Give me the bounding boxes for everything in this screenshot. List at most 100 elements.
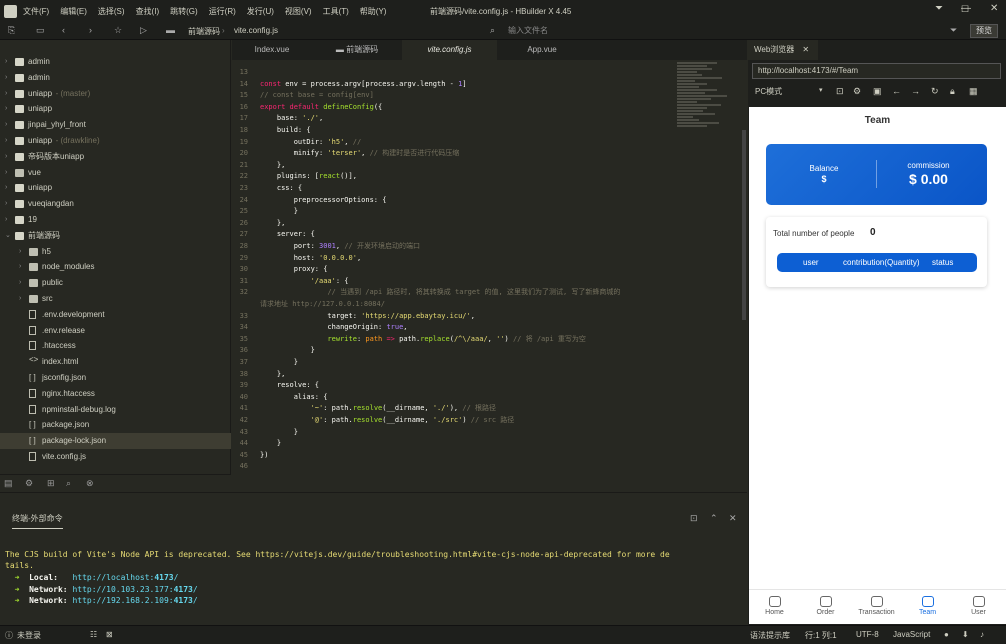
run-icon[interactable]: ▷ xyxy=(140,25,147,36)
back-icon[interactable]: ‹ xyxy=(62,25,65,35)
plugin-icon[interactable]: ⊞ xyxy=(47,478,55,489)
sidebar-item[interactable]: › vueqiangdan xyxy=(0,196,231,212)
chevron-right-icon[interactable]: › xyxy=(5,117,7,133)
close-icon[interactable]: ✕ xyxy=(802,45,809,54)
code-line[interactable]: }, xyxy=(260,159,285,171)
preview-button[interactable]: 预览 xyxy=(970,24,998,38)
code-line[interactable]: }, xyxy=(260,217,285,229)
syntax-hint-lib[interactable]: 语法提示库 xyxy=(750,630,790,641)
sidebar-item[interactable]: › uniapp xyxy=(0,101,231,117)
chevron-right-icon[interactable]: › xyxy=(19,291,21,307)
search-icon[interactable]: ⌕ xyxy=(66,478,71,489)
sidebar-item[interactable]: [ ] jsconfig.json xyxy=(0,370,231,386)
code-minimap[interactable] xyxy=(677,62,739,152)
code-line[interactable]: } xyxy=(260,437,281,449)
sidebar-item[interactable]: › src xyxy=(0,291,231,307)
chevron-right-icon[interactable]: › xyxy=(5,101,7,117)
sidebar-item[interactable]: [ ] package-lock.json xyxy=(0,433,231,450)
editor-scrollbar[interactable] xyxy=(742,130,746,320)
sidebar-item[interactable]: › h5 xyxy=(0,244,231,260)
code-line[interactable]: target: 'https://app.ebaytay.icu/', xyxy=(260,310,475,322)
code-line[interactable]: build: { xyxy=(260,124,311,136)
local-url[interactable]: http://localhost: xyxy=(72,573,154,582)
code-line[interactable]: // 当遇到 /api 路径时, 将其转换成 target 的值, 这里我们为了… xyxy=(260,286,620,298)
menu-tools[interactable]: 工具(T) xyxy=(323,6,349,17)
code-line[interactable]: '@': path.resolve(__dirname, './src') //… xyxy=(260,414,515,426)
code-line[interactable]: // const base = config[env] xyxy=(260,89,374,101)
code-line[interactable]: proxy: { xyxy=(260,263,328,275)
chevron-right-icon[interactable]: › xyxy=(5,70,7,86)
debug-icon[interactable]: ⚙ xyxy=(25,478,33,489)
forward-arrow-icon[interactable]: → xyxy=(911,86,920,96)
tab-vite-config[interactable]: vite.config.js xyxy=(402,40,497,60)
tab-web-browser[interactable]: Web浏览器 ✕ xyxy=(748,40,818,60)
code-line[interactable]: port: 3001, // 开发环境启动的端口 xyxy=(260,240,420,252)
tab-index-vue[interactable]: Index.vue xyxy=(232,40,312,60)
code-line[interactable]: alias: { xyxy=(260,391,328,403)
tab-app-vue[interactable]: App.vue xyxy=(497,40,587,60)
filter-icon[interactable]: ⏷ xyxy=(935,3,943,14)
menu-run[interactable]: 运行(R) xyxy=(209,6,236,17)
sidebar-item[interactable]: <> index.html xyxy=(0,354,231,370)
filter-funnel-icon[interactable]: ⏷ xyxy=(950,25,957,36)
code-editor[interactable]: 13 14 const env = process.argv[process.arg… xyxy=(232,60,747,490)
close-icon[interactable]: ✕ xyxy=(990,3,998,14)
sidebar-item[interactable]: › vue xyxy=(0,165,231,181)
image-icon[interactable]: ⊠ xyxy=(106,630,113,639)
nav-home[interactable]: Home xyxy=(749,590,800,616)
file-encoding[interactable]: UTF-8 xyxy=(856,630,879,639)
code-line[interactable]: preprocessorOptions: { xyxy=(260,194,387,206)
folder-icon[interactable]: ▬ xyxy=(166,25,175,35)
code-line[interactable]: } xyxy=(260,344,315,356)
device-mode-select[interactable]: PC模式 xyxy=(755,86,782,97)
code-line[interactable]: }, xyxy=(260,368,285,380)
chevron-right-icon[interactable]: › xyxy=(19,244,21,260)
star-icon[interactable]: ☆ xyxy=(114,25,122,36)
menu-edit[interactable]: 编辑(E) xyxy=(60,6,87,17)
code-line[interactable]: rewrite: path => path.replace(/^\/aaa/, … xyxy=(260,333,585,345)
network-url[interactable]: http://10.103.23.177: xyxy=(72,585,173,594)
menu-view[interactable]: 视图(V) xyxy=(285,6,312,17)
menu-find[interactable]: 查找(I) xyxy=(136,6,160,17)
chevron-down-icon[interactable]: ▾ xyxy=(819,86,823,94)
sidebar-item[interactable]: vite.config.js xyxy=(0,449,231,465)
sidebar-item[interactable]: › 帝码版本uniapp xyxy=(0,149,231,165)
list-icon[interactable]: ☷ xyxy=(90,630,97,639)
qrcode-icon[interactable]: ▦ xyxy=(969,86,978,97)
back-arrow-icon[interactable]: ← xyxy=(892,86,901,96)
code-line[interactable]: css: { xyxy=(260,182,302,194)
sidebar-item[interactable]: .env.development xyxy=(0,307,231,323)
sidebar-item[interactable]: npminstall-debug.log xyxy=(0,402,231,418)
file-language[interactable]: JavaScript xyxy=(893,630,930,639)
terminal-new-icon[interactable]: ⊡ xyxy=(690,513,698,524)
nav-team[interactable]: Team xyxy=(902,590,953,616)
sidebar-item[interactable]: › 19 xyxy=(0,212,231,228)
code-line[interactable]: } xyxy=(260,205,298,217)
sidebar-item[interactable]: › public xyxy=(0,275,231,291)
file-search-input[interactable]: 输入文件名 xyxy=(508,25,548,36)
menu-help[interactable]: 帮助(Y) xyxy=(360,6,387,17)
chevron-right-icon[interactable]: › xyxy=(5,86,7,102)
chevron-right-icon[interactable]: › xyxy=(5,180,7,196)
code-line[interactable]: } xyxy=(260,426,298,438)
terminal-panel[interactable]: 终端-外部命令 ⊡ ⌃ ✕ The CJS build of Vite's No… xyxy=(0,492,747,624)
forward-icon[interactable]: › xyxy=(89,25,92,35)
chevron-right-icon[interactable]: › xyxy=(5,54,7,70)
code-line[interactable]: minify: 'terser', // 构建时是否进行代码压缩 xyxy=(260,147,460,159)
menu-select[interactable]: 选择(S) xyxy=(98,6,125,17)
chevron-right-icon[interactable]: › xyxy=(19,259,21,275)
explorer-icon[interactable]: ▤ xyxy=(4,478,13,489)
terminal-close-icon[interactable]: ✕ xyxy=(729,513,737,524)
chevron-right-icon[interactable]: › xyxy=(5,196,7,212)
nav-user[interactable]: User xyxy=(953,590,1004,616)
code-line[interactable]: } xyxy=(260,356,298,368)
chevron-right-icon[interactable]: › xyxy=(5,165,7,181)
tab-frontend-source[interactable]: ▬ 前端源码 xyxy=(312,40,402,60)
code-line[interactable]: export default defineConfig({ xyxy=(260,101,382,113)
code-line[interactable]: const env = process.argv[process.argv.le… xyxy=(260,78,467,90)
user-icon[interactable]: ⓘ xyxy=(5,630,13,641)
sidebar-item[interactable]: › uniapp - (drawkline) xyxy=(0,133,231,149)
chevron-right-icon[interactable]: › xyxy=(5,149,7,165)
code-line[interactable]: resolve: { xyxy=(260,379,319,391)
save-icon[interactable]: ⎘ xyxy=(8,25,15,36)
